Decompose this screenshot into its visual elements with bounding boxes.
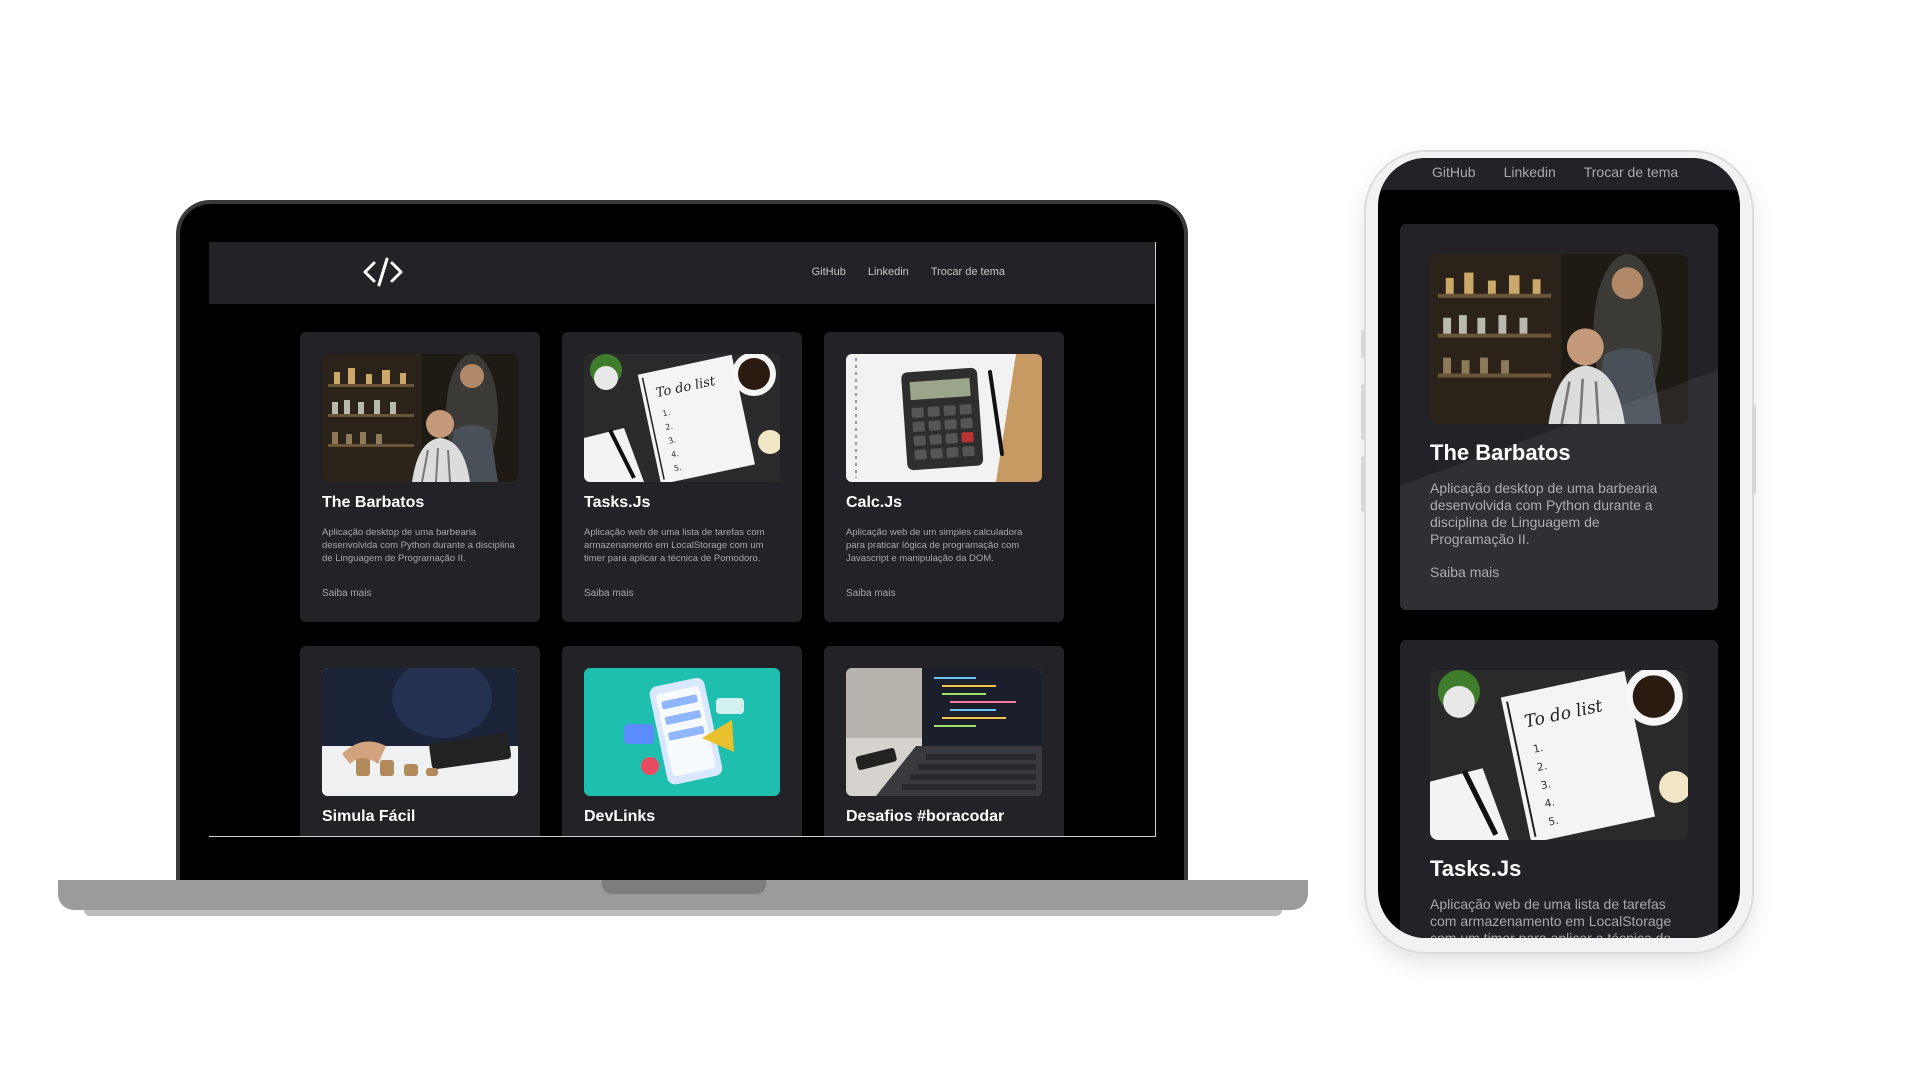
project-description: Aplicação web de um simples calculadora … <box>846 527 1023 564</box>
project-more-link[interactable]: Saiba mais <box>1430 564 1499 580</box>
code-brackets-icon[interactable] <box>361 252 405 292</box>
calculator-photo <box>846 354 1042 482</box>
phone-screen: GitHub Linkedin Trocar de tema The Barba… <box>1378 158 1740 938</box>
phone-volume-down <box>1361 456 1365 512</box>
project-title: DevLinks <box>584 808 656 825</box>
phone-power-button <box>1752 404 1756 494</box>
svg-text:1.: 1. <box>1532 742 1544 756</box>
todo-list-photo: To do list 1. 2. 3. 4. 5. <box>584 354 780 482</box>
project-more-link[interactable]: Saiba mais <box>322 588 371 599</box>
barbershop-photo <box>1430 254 1688 424</box>
project-description: Aplicação web de uma lista de tarefas co… <box>584 527 765 564</box>
project-description: Aplicação desktop de uma barbearia desen… <box>322 527 515 564</box>
laptop-foot <box>84 910 1282 916</box>
project-card-simula[interactable]: Simula Fácil <box>300 646 540 836</box>
mobile-nav: GitHub Linkedin Trocar de tema <box>1432 164 1678 180</box>
laptop-screen: GitHub Linkedin Trocar de tema The Barba… <box>209 242 1156 837</box>
svg-text:3.: 3. <box>1540 778 1552 792</box>
project-title: The Barbatos <box>322 494 425 511</box>
todo-list-photo: To do list 1. 2. 3. 4. 5. <box>1430 670 1688 840</box>
project-card-calc[interactable]: Calc.Js Aplicação web de um simples calc… <box>824 332 1064 622</box>
main-nav: GitHub Linkedin Trocar de tema <box>812 266 1005 278</box>
laptop-notch <box>602 880 766 894</box>
svg-text:4.: 4. <box>1544 797 1556 811</box>
nav-theme-toggle[interactable]: Trocar de tema <box>931 266 1005 278</box>
nav-theme-toggle[interactable]: Trocar de tema <box>1584 164 1678 180</box>
project-description: Aplicação desktop de uma barbearia desen… <box>1430 480 1658 547</box>
project-title: Tasks.Js <box>584 494 651 511</box>
nav-linkedin-link[interactable]: Linkedin <box>868 266 909 278</box>
project-card-barbatos[interactable]: The Barbatos Aplicação desktop de uma ba… <box>1400 224 1718 610</box>
nav-github-link[interactable]: GitHub <box>1432 164 1476 180</box>
phone-mute-switch <box>1361 330 1365 358</box>
nav-github-link[interactable]: GitHub <box>812 266 846 278</box>
project-title: Desafios #boracodar <box>846 808 1005 825</box>
project-description: Aplicação web de uma lista de tarefas co… <box>1430 896 1672 938</box>
project-more-link[interactable]: Saiba mais <box>846 588 895 599</box>
barbershop-photo <box>322 354 518 482</box>
mobile-header: GitHub Linkedin Trocar de tema <box>1378 158 1740 190</box>
project-card-barbatos[interactable]: The Barbatos Aplicação desktop de uma ba… <box>300 332 540 622</box>
project-title: Calc.Js <box>846 494 903 511</box>
project-title: Simula Fácil <box>322 808 416 825</box>
project-title: Tasks.Js <box>1430 856 1522 881</box>
site-header: GitHub Linkedin Trocar de tema <box>209 242 1155 304</box>
project-title: The Barbatos <box>1430 440 1571 465</box>
coins-calculator-photo <box>322 668 518 796</box>
project-card-devlinks[interactable]: DevLinks <box>562 646 802 836</box>
laptop-code-photo <box>846 668 1042 796</box>
svg-text:2.: 2. <box>1536 760 1548 774</box>
project-card-tasks[interactable]: To do list 1. 2. 3. 4. 5. Tasks.Js Aplicação… <box>1400 640 1718 938</box>
phone-volume-up <box>1361 384 1365 440</box>
nav-linkedin-link[interactable]: Linkedin <box>1504 164 1556 180</box>
svg-text:5.: 5. <box>1547 815 1559 829</box>
social-phone-illustration <box>584 668 780 796</box>
project-card-boracodar[interactable]: Desafios #boracodar <box>824 646 1064 836</box>
project-card-tasks[interactable]: To do list 1. 2. 3. 4. 5. Tasks.Js Aplicação… <box>562 332 802 622</box>
project-more-link[interactable]: Saiba mais <box>584 588 633 599</box>
